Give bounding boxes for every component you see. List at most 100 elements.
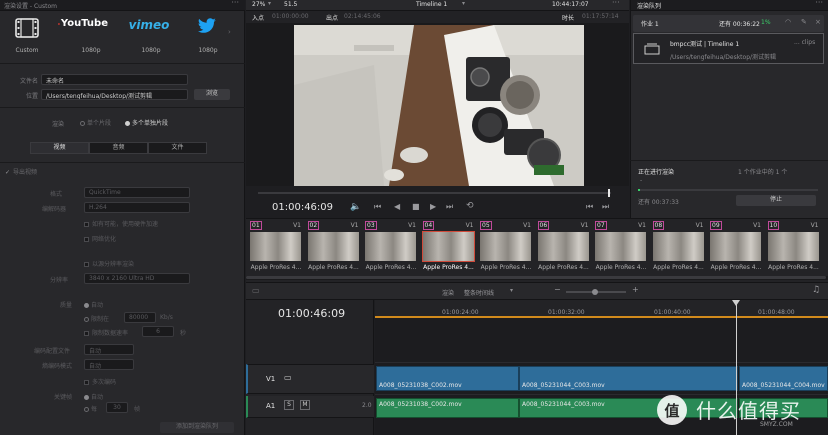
hw-accel-option[interactable]: 如有可能，使用硬件加速 xyxy=(84,219,158,228)
source-res-option[interactable]: 以源分辨率渲染 xyxy=(84,259,134,268)
multipass-option[interactable]: 多次编码 xyxy=(84,377,116,386)
limit-input[interactable]: 80000 xyxy=(124,312,156,323)
checkbox-icon xyxy=(84,380,89,385)
zoom-level[interactable]: 27% xyxy=(252,1,265,8)
scrubber-handle[interactable] xyxy=(608,189,610,197)
more-options-icon[interactable]: ··· xyxy=(231,0,239,7)
solo-button[interactable]: S xyxy=(284,400,294,410)
clip-thumbnail[interactable]: 05 V1 Apple ProRes 4... xyxy=(478,220,533,275)
clip-codec-label: Apple ProRes 4... xyxy=(538,264,589,271)
edit-icon[interactable]: ✎ xyxy=(801,18,807,26)
clip-thumbnail[interactable]: 07 V1 Apple ProRes 4... xyxy=(593,220,648,275)
job-row[interactable]: 作业 1 还有 00:36:22 1% ◠ ✎ × xyxy=(633,15,824,32)
frame-limit-input[interactable]: 6 xyxy=(142,326,174,337)
monitor-icon[interactable]: ▭ xyxy=(284,373,292,382)
step-back-icon[interactable]: ◀ xyxy=(394,202,400,211)
format-select[interactable]: QuickTime xyxy=(84,187,190,198)
location-input[interactable]: /Users/tengfeihua/Desktop/测试剪辑 xyxy=(41,89,188,100)
render-range-bar xyxy=(375,316,828,318)
audio-meter-icon[interactable]: ♫ xyxy=(812,285,820,295)
strip-scrollbar-thumb[interactable] xyxy=(246,276,826,279)
clip-thumbnail[interactable]: 06 V1 Apple ProRes 4... xyxy=(536,220,591,275)
clip-thumbnail[interactable]: 08 V1 Apple ProRes 4... xyxy=(651,220,706,275)
browse-button[interactable]: 浏览 xyxy=(194,89,230,100)
entropy-select[interactable]: 自动 xyxy=(84,359,134,370)
more-options-icon[interactable]: ··· xyxy=(612,0,620,7)
in-point-value[interactable]: 01:00:00:00 xyxy=(272,13,309,20)
render-single-option[interactable]: 单个片段 xyxy=(80,118,111,127)
zoom-in-icon[interactable]: + xyxy=(632,285,639,294)
render-range-select[interactable]: 整条时间线 xyxy=(464,288,494,297)
entropy-label: 熵编码模式 xyxy=(42,363,73,370)
stop-render-button[interactable]: 停止 xyxy=(736,195,816,206)
keyframe-input[interactable]: 30 xyxy=(106,402,128,413)
timeline-name[interactable]: Timeline 1 xyxy=(416,1,447,8)
keyframe-auto-option[interactable]: 自动 xyxy=(84,392,103,401)
out-point-value[interactable]: 02:14:45:06 xyxy=(344,13,381,20)
job-detail-card[interactable]: bmpcc测试 | Timeline 1 /Users/tengfeihua/D… xyxy=(633,33,824,64)
clip-track: V1 xyxy=(810,222,819,229)
ruler-tick-label: 01:00:24:00 xyxy=(442,309,479,316)
export-video-toggle[interactable]: ✓ 导出视频 xyxy=(5,167,37,176)
video-clip[interactable]: A008_05231044_C004.mov xyxy=(739,366,828,391)
chevron-down-icon[interactable]: ▾ xyxy=(462,0,465,7)
preset-vimeo[interactable]: vimeo xyxy=(124,18,174,32)
youtube-logo: YouTube xyxy=(58,18,108,29)
tab-audio[interactable]: 音频 xyxy=(89,142,148,154)
tab-video[interactable]: 视频 xyxy=(30,142,89,154)
zoom-slider-handle[interactable] xyxy=(592,289,598,295)
encode-profile-select[interactable]: 自动 xyxy=(84,344,134,355)
video-clip[interactable]: A008_05231044_C003.mov xyxy=(519,366,738,391)
chevron-down-icon[interactable]: ▾ xyxy=(510,287,513,294)
speaker-icon[interactable]: 🔈 xyxy=(350,202,361,212)
clip-thumbnail[interactable]: 02 V1 Apple ProRes 4... xyxy=(306,220,361,275)
chevron-right-icon[interactable]: › xyxy=(228,28,231,36)
keyframe-every-option[interactable]: 每 xyxy=(84,404,97,413)
play-icon[interactable]: ▶ xyxy=(430,202,436,211)
preset-custom[interactable] xyxy=(2,18,52,40)
next-clip-icon[interactable]: ⏭ xyxy=(602,202,609,212)
zoom-out-icon[interactable]: − xyxy=(554,285,561,294)
loop-icon[interactable]: ⟲ xyxy=(466,201,474,211)
skip-forward-icon[interactable]: ⏭ xyxy=(446,202,453,212)
quality-auto-option[interactable]: 自动 xyxy=(84,300,103,309)
resolution-select[interactable]: 3840 x 2160 Ultra HD xyxy=(84,273,190,284)
clip-codec-label: Apple ProRes 4... xyxy=(595,264,647,271)
clip-thumbnail-image xyxy=(595,232,646,261)
clip-track: V1 xyxy=(293,222,301,229)
strip-scrollbar[interactable] xyxy=(246,276,828,280)
mute-button[interactable]: M xyxy=(300,400,310,410)
previous-clip-icon[interactable]: ⏮ xyxy=(586,202,593,212)
close-icon[interactable]: × xyxy=(815,18,821,26)
frame-limit-unit: 秒 xyxy=(180,330,187,337)
filename-input[interactable]: 未命名 xyxy=(41,74,188,85)
tab-file[interactable]: 文件 xyxy=(148,142,207,154)
render-multi-option[interactable]: 多个单独片段 xyxy=(125,118,168,127)
more-options-icon[interactable]: ··· xyxy=(815,0,823,7)
clip-thumbnail[interactable]: 03 V1 Apple ProRes 4... xyxy=(363,220,418,275)
clip-thumbnail[interactable]: 10 V1 Apple ProRes 4... xyxy=(766,220,821,275)
transport-bar: 01:00:46:09 🔈 ⏮ ◀ ■ ▶ ⏭ ⟲ ⏮ ⏭ xyxy=(246,186,629,218)
clip-thumbnail[interactable]: 09 V1 Apple ProRes 4... xyxy=(708,220,763,275)
codec-select[interactable]: H.264 xyxy=(84,202,190,213)
video-clip[interactable]: A008_05231038_C002.mov xyxy=(376,366,519,391)
audio-clip[interactable]: A008_05231038_C002.mov xyxy=(376,398,519,418)
frame-limit-option[interactable]: 限制数据速率 xyxy=(84,328,128,337)
timeline-view-icon[interactable]: ▭ xyxy=(252,286,260,295)
limit-option[interactable]: 限制在 xyxy=(84,314,109,323)
scrubber-track[interactable] xyxy=(258,192,611,194)
render-range-label: 渲染 xyxy=(442,290,455,297)
network-opt-option[interactable]: 网络优化 xyxy=(84,234,116,243)
a1-track-header[interactable]: A1 S M 2.0 xyxy=(246,396,374,418)
preset-twitter[interactable] xyxy=(182,18,232,36)
stop-icon[interactable]: ■ xyxy=(412,202,420,211)
playhead-handle-icon[interactable] xyxy=(732,300,740,306)
skip-back-icon[interactable]: ⏮ xyxy=(374,202,381,212)
add-to-render-queue-button[interactable]: 添加到渲染队列 xyxy=(160,422,234,433)
preset-youtube[interactable]: YouTube xyxy=(58,18,108,29)
clip-number: 04 xyxy=(422,221,435,230)
chevron-down-icon[interactable]: ▾ xyxy=(268,0,271,7)
v1-track-header[interactable]: V1 ▭ xyxy=(246,364,374,394)
clip-thumbnail[interactable]: 01 V1 Apple ProRes 4... xyxy=(248,220,303,275)
clip-thumbnail[interactable]: 04 V1 Apple ProRes 4... xyxy=(421,220,476,275)
